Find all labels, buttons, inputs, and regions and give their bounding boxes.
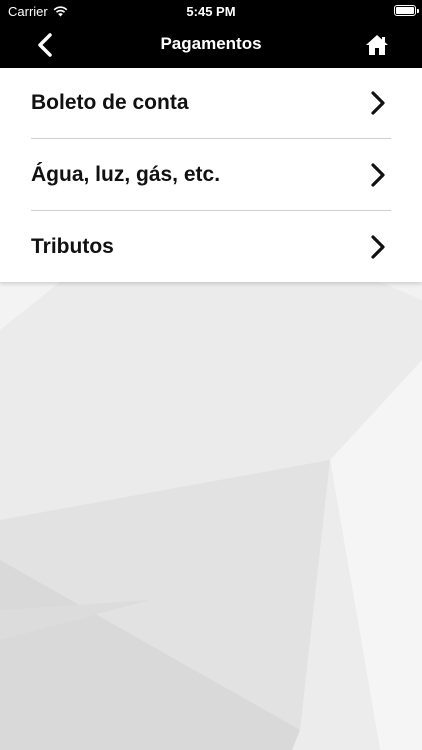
menu-item-label: Tributos — [31, 234, 114, 258]
navigation-bar: Pagamentos — [0, 22, 422, 68]
chevron-right-icon — [371, 91, 385, 115]
status-time: 5:45 PM — [186, 4, 236, 19]
payments-menu: Boleto de conta Água, luz, gás, etc. Tri… — [0, 68, 422, 282]
menu-item-label: Boleto de conta — [31, 91, 189, 114]
page-title: Pagamentos — [160, 34, 262, 53]
menu-item-boleto[interactable]: Boleto de conta — [31, 68, 391, 139]
status-bar: Carrier 5:45 PM — [0, 0, 422, 22]
home-icon — [366, 35, 388, 55]
home-button[interactable] — [362, 30, 392, 60]
menu-item-tributos[interactable]: Tributos — [31, 211, 391, 282]
chevron-right-icon — [371, 234, 385, 259]
battery-icon — [394, 5, 419, 16]
menu-item-label: Água, luz, gás, etc. — [31, 163, 221, 186]
chevron-right-icon — [371, 163, 385, 187]
menu-item-agua-luz-gas[interactable]: Água, luz, gás, etc. — [31, 140, 391, 211]
